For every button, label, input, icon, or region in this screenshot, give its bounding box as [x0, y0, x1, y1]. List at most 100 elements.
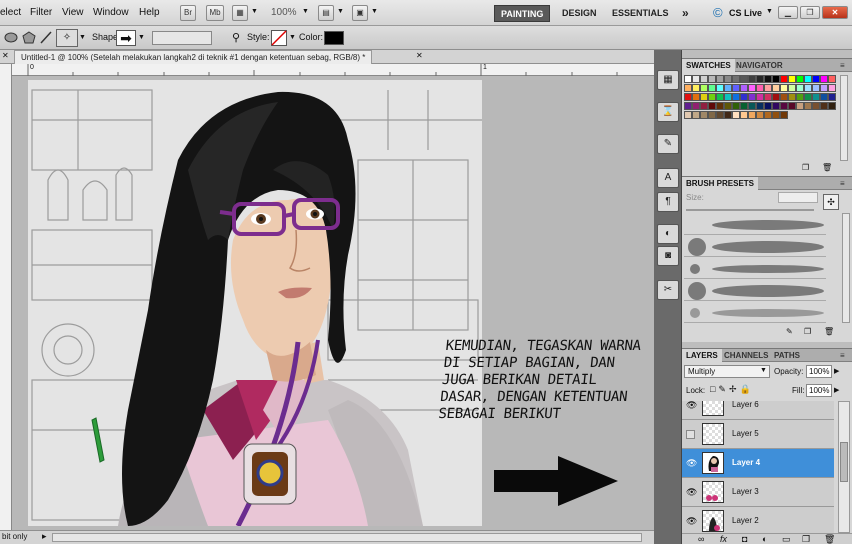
visibility-toggle-off[interactable]: [686, 430, 695, 439]
color-swatch[interactable]: [796, 84, 804, 92]
custom-shape-tool-icon[interactable]: ✧: [56, 29, 78, 47]
color-swatch[interactable]: [780, 75, 788, 83]
chevron-right-icon[interactable]: ▶: [834, 386, 839, 394]
character-icon[interactable]: A: [657, 168, 679, 188]
adjustments-icon[interactable]: ◐: [657, 224, 679, 244]
minimize-button[interactable]: ▁: [778, 6, 798, 19]
color-swatch[interactable]: [692, 102, 700, 110]
canvas-area[interactable]: KEMUDIAN, TEGASKAN WARNA DI SETIAP BAGIA…: [12, 76, 654, 530]
horizontal-scrollbar[interactable]: [52, 533, 642, 542]
brush-preset-item[interactable]: [684, 237, 826, 257]
color-swatch[interactable]: [828, 84, 836, 92]
shape-mode-buttons[interactable]: [152, 31, 212, 45]
fx-icon[interactable]: fx: [720, 534, 727, 544]
close-icon[interactable]: ✕: [416, 51, 423, 60]
color-swatch[interactable]: [788, 102, 796, 110]
cs-live-icon[interactable]: ©: [713, 5, 723, 20]
brush-preset-item[interactable]: [684, 303, 826, 323]
color-swatch[interactable]: [700, 93, 708, 101]
new-layer-icon[interactable]: ❐: [802, 534, 810, 544]
link-icon[interactable]: ∞: [698, 534, 704, 544]
status-menu-icon[interactable]: ▸: [42, 531, 47, 542]
chevron-down-icon[interactable]: ▼: [760, 367, 767, 374]
color-swatch[interactable]: [820, 84, 828, 92]
layer-list[interactable]: 👁 Layer 6 Layer 5 👁 Layer 4 👁 Layer 3 👁 …: [682, 401, 838, 533]
color-swatch[interactable]: [772, 93, 780, 101]
color-swatch[interactable]: [820, 93, 828, 101]
layer-name[interactable]: Layer 5: [732, 429, 759, 438]
color-swatch[interactable]: [724, 84, 732, 92]
visibility-eye-icon[interactable]: 👁: [686, 486, 697, 498]
color-swatch[interactable]: [716, 75, 724, 83]
tab-layers[interactable]: LAYERS: [682, 349, 722, 362]
color-swatch[interactable]: [748, 75, 756, 83]
color-swatch[interactable]: [812, 84, 820, 92]
restore-button[interactable]: ❐: [800, 6, 820, 19]
color-swatch[interactable]: [804, 75, 812, 83]
chevron-down-icon[interactable]: ▼: [766, 8, 773, 15]
chevron-down-icon[interactable]: ▼: [302, 8, 309, 15]
color-swatch[interactable]: [732, 84, 740, 92]
zoom-level[interactable]: 100%: [271, 7, 297, 18]
panel-menu-icon[interactable]: ≡: [836, 59, 849, 72]
arrange-documents-button[interactable]: ▤: [318, 5, 334, 21]
layer-row[interactable]: 👁 Layer 2: [682, 507, 834, 533]
color-swatch[interactable]: [724, 75, 732, 83]
polygon-tool-icon[interactable]: [22, 31, 36, 44]
color-swatch[interactable]: [780, 84, 788, 92]
lock-options-icons[interactable]: □✎✢🔒: [710, 384, 754, 395]
color-swatch[interactable]: [788, 93, 796, 101]
color-swatch[interactable]: [772, 75, 780, 83]
chevron-down-icon[interactable]: ▼: [138, 34, 145, 41]
color-swatch[interactable]: [716, 111, 724, 119]
color-swatch[interactable]: [804, 93, 812, 101]
menu-view[interactable]: View: [62, 7, 84, 18]
brush-scrollbar[interactable]: [842, 213, 850, 323]
color-swatch[interactable]: [740, 102, 748, 110]
color-swatch[interactable]: [812, 93, 820, 101]
blend-mode-select[interactable]: Multiply: [684, 365, 770, 378]
paragraph-icon[interactable]: ¶: [657, 192, 679, 212]
tab-channels[interactable]: CHANNELS: [720, 349, 772, 362]
color-swatch[interactable]: [820, 102, 828, 110]
color-swatch[interactable]: [708, 102, 716, 110]
color-swatch[interactable]: [708, 111, 716, 119]
chevron-down-icon[interactable]: ▼: [337, 8, 344, 15]
color-swatch[interactable]: [708, 84, 716, 92]
close-icon[interactable]: ✕: [2, 51, 9, 60]
color-swatch[interactable]: [828, 102, 836, 110]
color-swatch[interactable]: [788, 84, 796, 92]
color-swatch[interactable]: [740, 111, 748, 119]
opacity-field[interactable]: 100%: [806, 365, 832, 378]
color-swatch[interactable]: [756, 75, 764, 83]
mask-icon[interactable]: ◘: [742, 534, 747, 544]
color-swatch[interactable]: [756, 102, 764, 110]
color-swatch[interactable]: [692, 75, 700, 83]
color-swatch[interactable]: [812, 102, 820, 110]
line-tool-icon[interactable]: [40, 31, 52, 44]
color-swatch[interactable]: [772, 84, 780, 92]
workspace-painting[interactable]: PAINTING: [494, 5, 551, 22]
color-swatch[interactable]: [732, 75, 740, 83]
layer-name[interactable]: Layer 6: [732, 401, 759, 409]
workspace-design[interactable]: DESIGN: [556, 5, 603, 22]
color-swatch[interactable]: [796, 102, 804, 110]
chevron-down-icon[interactable]: ▼: [79, 34, 86, 41]
color-swatch[interactable]: [692, 93, 700, 101]
clone-source-icon[interactable]: ✂: [657, 280, 679, 300]
layer-row[interactable]: 👁 Layer 6: [682, 401, 834, 420]
brush-preset-item[interactable]: [684, 215, 826, 235]
color-swatch[interactable]: [700, 84, 708, 92]
shape-color-swatch[interactable]: [324, 31, 344, 45]
chevron-down-icon[interactable]: ▼: [289, 34, 296, 41]
ellipse-tool-icon[interactable]: [4, 32, 18, 43]
brush-preset-item[interactable]: [684, 281, 826, 301]
fill-field[interactable]: 100%: [806, 384, 832, 397]
color-swatch[interactable]: [724, 111, 732, 119]
color-swatch[interactable]: [780, 93, 788, 101]
color-swatch[interactable]: [684, 84, 692, 92]
minibridge-button[interactable]: Mb: [206, 5, 224, 21]
brush-size-field[interactable]: [778, 192, 818, 203]
color-swatch[interactable]: [796, 93, 804, 101]
visibility-eye-icon[interactable]: 👁: [686, 457, 697, 469]
